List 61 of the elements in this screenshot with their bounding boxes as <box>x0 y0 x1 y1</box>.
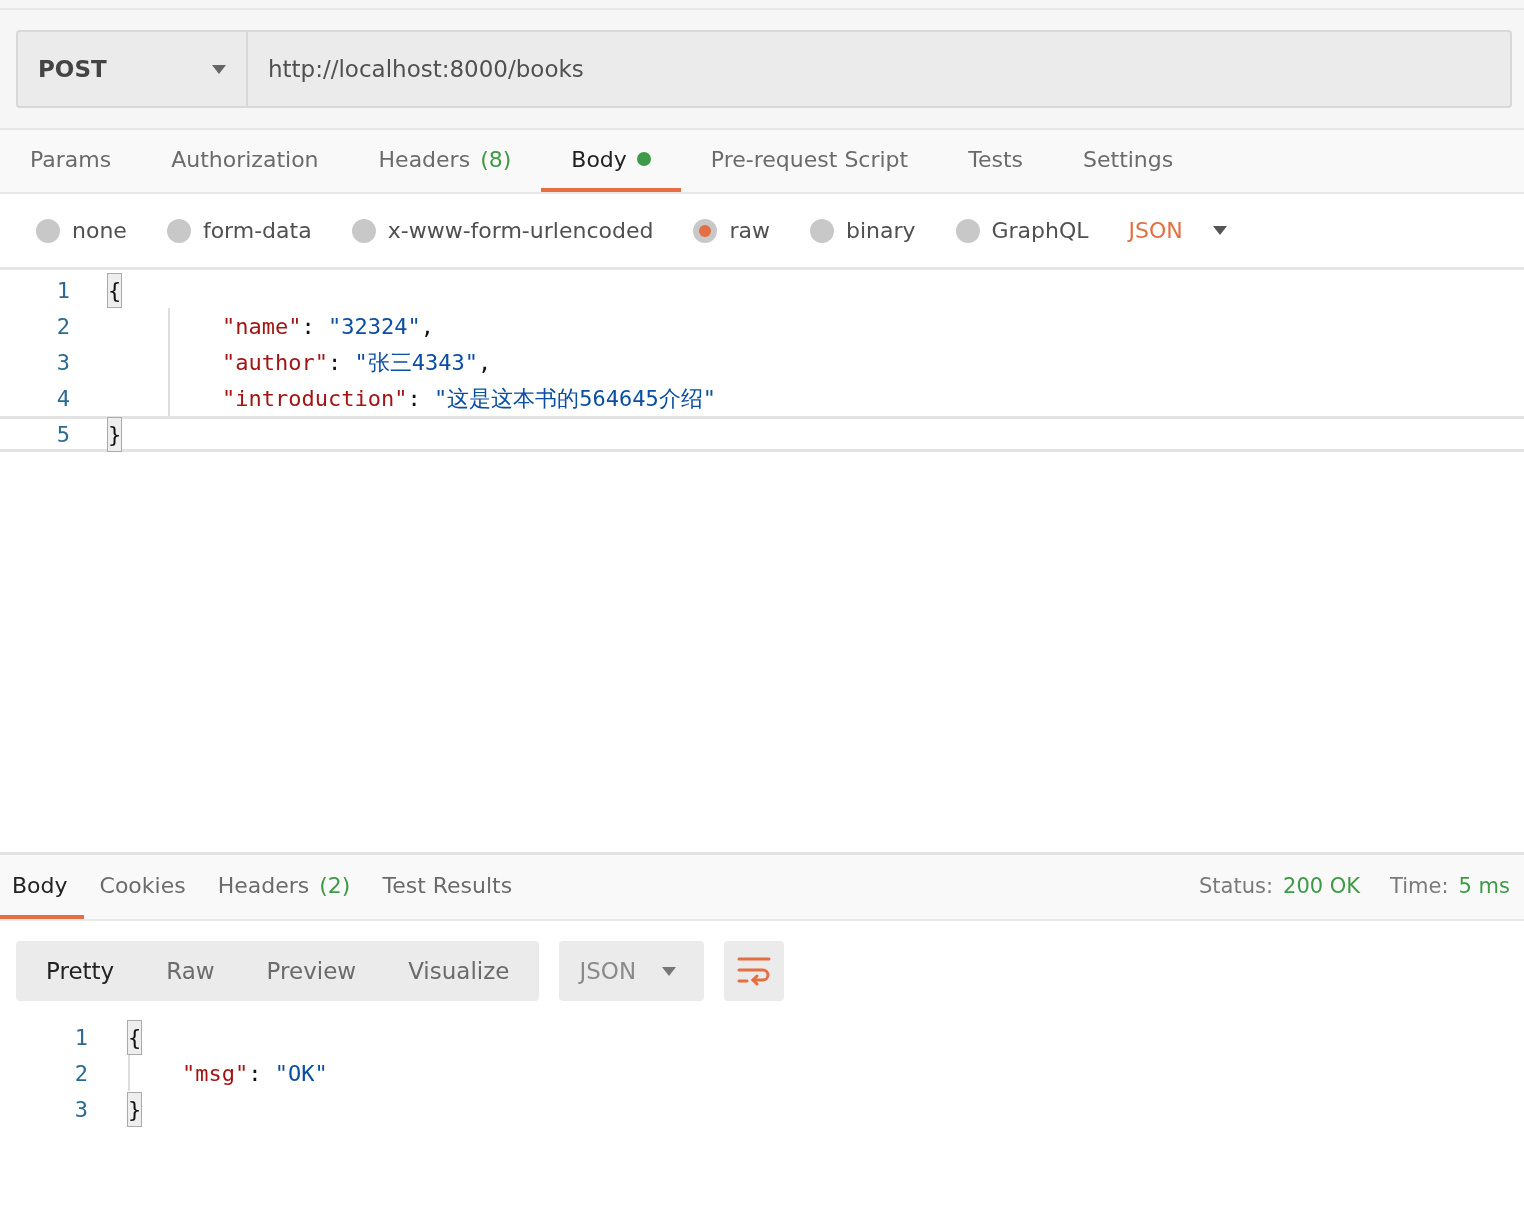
format-dropdown[interactable]: JSON <box>1128 214 1227 247</box>
json-key: "msg" <box>182 1056 249 1090</box>
body-type-radio[interactable]: GraphQL <box>955 214 1089 247</box>
tab[interactable]: Tests <box>938 130 1053 192</box>
body-type-radio[interactable]: binary <box>809 214 916 247</box>
json-punctuation: : <box>301 312 316 341</box>
body-type-radio[interactable]: form-data <box>166 214 312 247</box>
json-string: "32324" <box>328 312 421 341</box>
tab[interactable]: Headers (8) <box>348 130 542 192</box>
json-string: "张三4343" <box>354 348 478 377</box>
view-mode-button[interactable]: Visualize <box>382 941 536 1001</box>
wrap-button[interactable] <box>724 941 785 1001</box>
json-bracket: { <box>108 273 122 307</box>
line-number: 2 <box>73 1059 88 1088</box>
json-bracket: { <box>128 1020 142 1054</box>
json-key: "author" <box>222 345 328 379</box>
caret-icon <box>212 64 226 74</box>
json-key: "introduction" <box>222 381 408 415</box>
json-punctuation: : <box>407 384 422 413</box>
caret-icon <box>662 966 677 976</box>
tab[interactable]: Cookies <box>83 855 202 919</box>
line-number: 3 <box>73 1095 88 1124</box>
status-label: Time: <box>1390 874 1449 899</box>
json-punctuation: : <box>327 348 343 377</box>
line-number: 1 <box>55 276 70 305</box>
body-type-radio[interactable]: none <box>36 214 127 247</box>
json-bracket: } <box>128 1092 142 1126</box>
json-punctuation: , <box>477 348 492 377</box>
method-dropdown[interactable]: POST <box>16 30 248 108</box>
tab[interactable]: Params <box>0 130 142 192</box>
body-type-radio[interactable]: raw <box>693 214 770 247</box>
json-string: "OK" <box>274 1059 328 1088</box>
line-number: 2 <box>55 312 70 341</box>
line-number: 4 <box>55 384 70 413</box>
status-value: 5 ms <box>1458 874 1510 899</box>
view-mode-button[interactable]: Preview <box>240 941 383 1001</box>
tab[interactable]: Test Results <box>366 855 529 919</box>
view-mode-button[interactable]: Raw <box>140 941 241 1001</box>
line-number: 5 <box>55 420 70 449</box>
caret-icon <box>1212 226 1227 235</box>
tab[interactable]: Settings <box>1053 130 1204 192</box>
view-mode-button[interactable]: Pretty <box>20 941 141 1001</box>
tab[interactable]: Headers (2) <box>201 855 367 919</box>
json-punctuation: , <box>420 312 434 341</box>
tab[interactable]: Body <box>0 855 84 919</box>
tab[interactable]: Pre-request Script <box>680 130 939 192</box>
json-bracket: } <box>108 417 122 451</box>
line-number: 3 <box>55 348 70 377</box>
wrap-lines-icon <box>737 956 772 986</box>
json-string: "这是这本书的564645介绍" <box>433 384 716 413</box>
json-punctuation: : <box>248 1059 263 1088</box>
line-number: 1 <box>73 1023 88 1052</box>
status-value: 200 OK <box>1283 874 1361 899</box>
format-dropdown[interactable]: JSON <box>559 941 705 1001</box>
body-type-radio[interactable]: x-www-form-urlencoded <box>351 214 654 247</box>
status-dot <box>636 152 651 166</box>
tab[interactable]: Authorization <box>141 130 349 192</box>
tab[interactable]: Body <box>541 130 681 192</box>
url-field[interactable]: http://localhost:8000/books <box>248 30 1512 108</box>
json-key: "name" <box>222 309 302 343</box>
status-label: Status: <box>1199 874 1274 899</box>
